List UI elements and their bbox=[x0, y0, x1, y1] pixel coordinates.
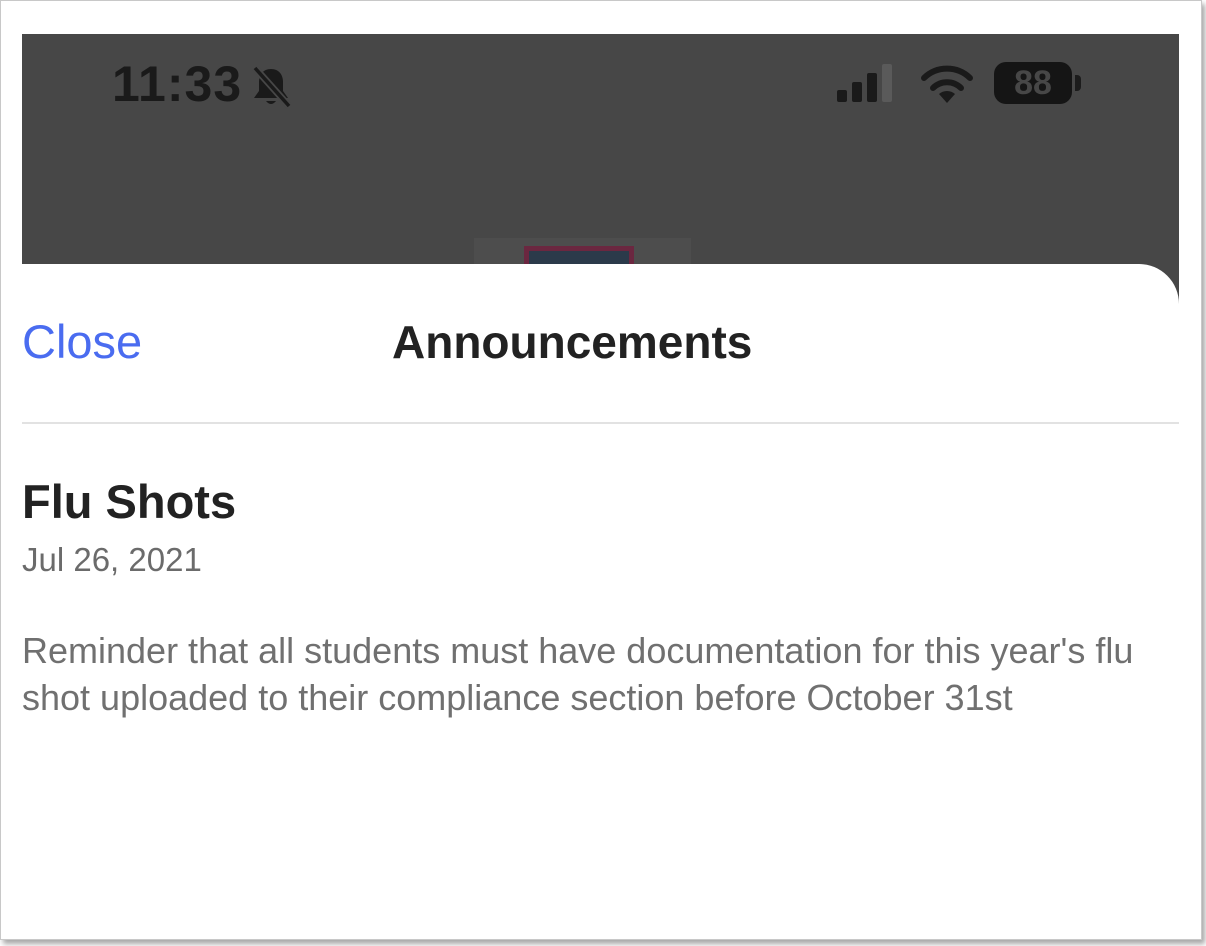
announcement-body: Reminder that all students must have doc… bbox=[22, 630, 1134, 718]
phone-screen: 11:33 88 Close Announcements Flu Shots J… bbox=[22, 34, 1179, 939]
cellular-signal-icon bbox=[837, 64, 892, 102]
wifi-icon bbox=[921, 65, 973, 103]
battery-icon: 88 bbox=[994, 62, 1072, 104]
status-time: 11:33 bbox=[112, 56, 243, 112]
battery-tip bbox=[1075, 75, 1081, 91]
sheet-title: Announcements bbox=[392, 316, 753, 368]
bell-slash-icon bbox=[252, 65, 292, 109]
announcement-date: Jul 26, 2021 bbox=[22, 541, 202, 578]
announcements-sheet: Close Announcements Flu Shots Jul 26, 20… bbox=[22, 264, 1179, 939]
close-button[interactable]: Close bbox=[22, 314, 142, 370]
announcement-title: Flu Shots bbox=[22, 475, 237, 528]
screenshot-frame: 11:33 88 Close Announcements Flu Shots J… bbox=[0, 0, 1202, 940]
header-divider bbox=[22, 422, 1179, 424]
